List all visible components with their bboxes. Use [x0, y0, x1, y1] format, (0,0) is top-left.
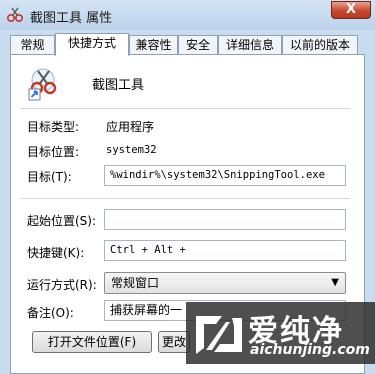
- close-button[interactable]: X: [331, 1, 371, 19]
- tab-details[interactable]: 详细信息: [218, 35, 282, 54]
- target-location-label: 目标位置:: [27, 145, 80, 159]
- watermark-logo-icon: [196, 316, 242, 354]
- open-file-location-button[interactable]: 打开文件位置(F): [32, 331, 152, 353]
- comment-label: 备注(O):: [27, 306, 74, 320]
- tab-previous-versions[interactable]: 以前的版本: [282, 35, 358, 54]
- target-type-value: 应用程序: [106, 120, 155, 134]
- tab-security[interactable]: 安全: [178, 35, 218, 54]
- start-in-input[interactable]: [104, 209, 346, 230]
- shortcut-key-label: 快捷键(K):: [27, 246, 85, 260]
- divider: [20, 198, 350, 199]
- app-name: 截图工具: [92, 78, 145, 93]
- run-select-value: 常规窗口: [111, 276, 160, 290]
- target-input[interactable]: %windir%\system32\SnippingTool.exe: [104, 165, 346, 186]
- run-select[interactable]: 常规窗口 ▼: [104, 272, 346, 294]
- tab-shortcut[interactable]: 快捷方式: [55, 33, 129, 56]
- tab-strip: 常规 快捷方式 兼容性 安全 详细信息 以前的版本: [10, 33, 370, 56]
- title-bar: 截图工具 属性 X: [0, 0, 375, 30]
- snipping-tool-icon: [28, 68, 57, 101]
- tab-general[interactable]: 常规: [10, 35, 55, 54]
- chevron-down-icon: ▼: [331, 277, 339, 288]
- watermark-url: aichunjing.com: [250, 342, 370, 358]
- divider: [20, 108, 350, 109]
- target-type-label: 目标类型:: [27, 120, 80, 134]
- target-label: 目标(T):: [27, 170, 72, 184]
- window-title: 截图工具 属性: [30, 11, 113, 26]
- tab-compatibility[interactable]: 兼容性: [129, 35, 178, 54]
- run-label: 运行方式(R):: [27, 278, 97, 292]
- scissors-icon: [6, 7, 24, 23]
- shortcut-key-input[interactable]: Ctrl + Alt +: [104, 240, 346, 261]
- start-in-label: 起始位置(S):: [27, 214, 97, 228]
- watermark: 爱纯净 aichunjing.com: [186, 302, 375, 364]
- target-location-value: system32: [106, 144, 157, 156]
